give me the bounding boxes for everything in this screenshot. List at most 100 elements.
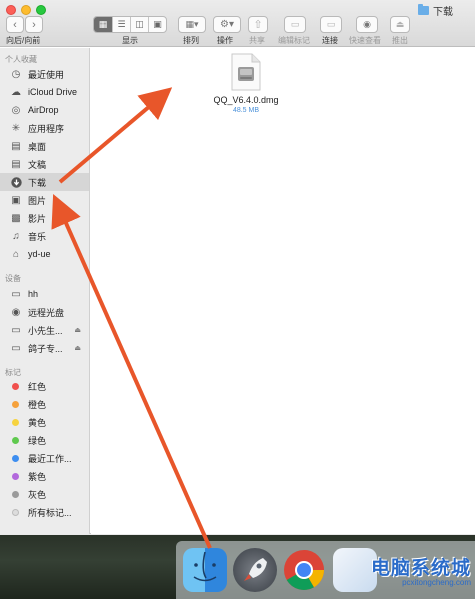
camera-icon: ▣: [11, 194, 21, 206]
quicklook-button[interactable]: ◉: [356, 16, 378, 33]
file-size: 48.5 MB: [232, 107, 260, 114]
tag-dot-icon: [12, 454, 19, 462]
favorites-section-title: 个人收藏: [5, 55, 37, 64]
column-view-icon[interactable]: ◫: [130, 17, 148, 32]
view-label: 显示: [122, 36, 138, 45]
sidebar-item-home[interactable]: ⌂ yd-ue: [0, 245, 89, 263]
sidebar-item-downloads[interactable]: 下载: [0, 173, 89, 191]
connect-button[interactable]: ▭: [320, 16, 342, 33]
back-button[interactable]: ‹: [6, 16, 24, 33]
share-button[interactable]: ⇧: [248, 16, 268, 33]
sidebar-item-documents[interactable]: ▤ 文稿: [0, 155, 89, 173]
forward-button[interactable]: ›: [25, 16, 43, 33]
eject-icon[interactable]: ⏏: [74, 344, 81, 352]
file-name: QQ_V6.4.0.dmg: [213, 95, 279, 105]
tag-dot-icon: [12, 436, 19, 444]
music-icon: ♫: [12, 230, 20, 242]
sidebar-tag-purple[interactable]: 紫色: [0, 467, 89, 485]
tags-button[interactable]: ▭: [284, 16, 306, 33]
tag-dot-icon: [12, 418, 19, 426]
film-icon: ▩: [11, 212, 21, 224]
sidebar-tag-all[interactable]: 所有标记...: [0, 503, 89, 521]
sidebar-item-drive-2[interactable]: ▭ 鸽子专... ⏏: [0, 339, 89, 357]
cloud-icon: ☁: [11, 86, 21, 98]
drive-icon: ▭: [11, 324, 21, 336]
sidebar-tag-orange[interactable]: 橙色: [0, 395, 89, 413]
tags-label: 编辑标记: [278, 36, 310, 45]
icon-view-icon[interactable]: ▦: [94, 17, 112, 32]
tag-dot-icon: [12, 490, 19, 498]
list-view-icon[interactable]: ☰: [112, 17, 130, 32]
folder-icon: [418, 4, 429, 15]
minimize-button[interactable]: [21, 5, 31, 15]
eject-label: 推出: [392, 36, 408, 45]
chevron-right-icon: ›: [32, 18, 36, 31]
sidebar-item-pictures[interactable]: ▣ 图片: [0, 191, 89, 209]
sidebar-tag-green[interactable]: 绿色: [0, 431, 89, 449]
action-label: 操作: [217, 36, 233, 45]
nav-label: 向后/向前: [6, 36, 41, 45]
sidebar-item-movies[interactable]: ▩ 影片: [0, 209, 89, 227]
network-icon: ▭: [326, 19, 336, 29]
sidebar: 个人收藏 ◷ 最近使用 ☁ iCloud Drive ◎ AirDrop ✳ 应…: [0, 48, 90, 534]
sidebar-item-device-hh[interactable]: ▭ hh: [0, 285, 89, 303]
sidebar-item-airdrop[interactable]: ◎ AirDrop: [0, 101, 89, 119]
devices-section-title: 设备: [5, 274, 21, 283]
gallery-view-icon[interactable]: ▣: [148, 17, 166, 32]
sidebar-item-desktop[interactable]: ▤ 桌面: [0, 137, 89, 155]
eject-button[interactable]: ⏏: [390, 16, 410, 33]
quicklook-label: 快速查看: [349, 36, 381, 45]
disk-image-icon: [231, 53, 261, 91]
sidebar-item-applications[interactable]: ✳ 应用程序: [0, 119, 89, 137]
tag-icon: ▭: [290, 19, 300, 29]
tag-dot-icon: [12, 382, 19, 390]
sidebar-item-music[interactable]: ♫ 音乐: [0, 227, 89, 245]
airdrop-icon: ◎: [11, 104, 21, 116]
watermark: 电脑系统城 pcxitongcheng.com: [371, 553, 471, 587]
tag-dot-icon: [12, 508, 19, 516]
connect-label: 连接: [322, 36, 338, 45]
gear-icon: ⚙▾: [220, 19, 234, 30]
sidebar-item-icloud[interactable]: ☁ iCloud Drive: [0, 83, 89, 101]
action-button[interactable]: ⚙▾: [213, 16, 241, 33]
clock-icon: ◷: [11, 68, 21, 80]
grid-icon: ▦▾: [185, 19, 199, 29]
share-label: 共享: [249, 36, 265, 45]
sidebar-tag-recent-work[interactable]: 最近工作...: [0, 449, 89, 467]
view-segmented-control[interactable]: ▦ ☰ ◫ ▣: [93, 16, 167, 33]
arrange-label: 排列: [183, 36, 199, 45]
sidebar-item-drive-1[interactable]: ▭ 小先生... ⏏: [0, 321, 89, 339]
tag-dot-icon: [12, 472, 19, 480]
eject-icon: ⏏: [395, 19, 405, 29]
desktop-icon: ▤: [11, 140, 21, 152]
chevron-left-icon: ‹: [13, 18, 17, 31]
window-title: 下载: [418, 3, 453, 18]
tag-dot-icon: [12, 400, 19, 408]
home-icon: ⌂: [12, 248, 20, 260]
share-icon: ⇧: [253, 19, 263, 31]
apps-icon: ✳: [11, 122, 21, 134]
sidebar-item-recents[interactable]: ◷ 最近使用: [0, 65, 89, 83]
file-item[interactable]: QQ_V6.4.0.dmg 48.5 MB: [186, 53, 306, 114]
document-icon: ▤: [11, 158, 21, 170]
toolbar: 下载 ‹ › 向后/向前 ▦ ☰ ◫ ▣ 显示 ▦▾ 排列 ⚙▾ 操作 ⇧ 共享…: [0, 0, 475, 47]
sidebar-tag-yellow[interactable]: 黄色: [0, 413, 89, 431]
watermark-title: 电脑系统城: [370, 557, 471, 579]
computer-icon: ▭: [11, 288, 21, 300]
download-icon: [10, 176, 22, 188]
finder-icon[interactable]: [183, 548, 227, 592]
file-browser-content: QQ_V6.4.0.dmg 48.5 MB: [91, 48, 475, 534]
sidebar-tag-red[interactable]: 红色: [0, 377, 89, 395]
zoom-button[interactable]: [36, 5, 46, 15]
close-button[interactable]: [6, 5, 16, 15]
sidebar-tag-gray[interactable]: 灰色: [0, 485, 89, 503]
finder-window: 下载 ‹ › 向后/向前 ▦ ☰ ◫ ▣ 显示 ▦▾ 排列 ⚙▾ 操作 ⇧ 共享…: [0, 0, 475, 534]
launchpad-rocket-icon[interactable]: [233, 548, 277, 592]
disc-icon: ◉: [11, 306, 21, 318]
arrange-button[interactable]: ▦▾: [178, 16, 206, 33]
chrome-icon[interactable]: [282, 548, 326, 592]
drive-icon: ▭: [11, 342, 21, 354]
eject-icon[interactable]: ⏏: [74, 326, 81, 334]
eye-icon: ◉: [363, 19, 371, 29]
sidebar-item-remote-disc[interactable]: ◉ 远程光盘: [0, 303, 89, 321]
